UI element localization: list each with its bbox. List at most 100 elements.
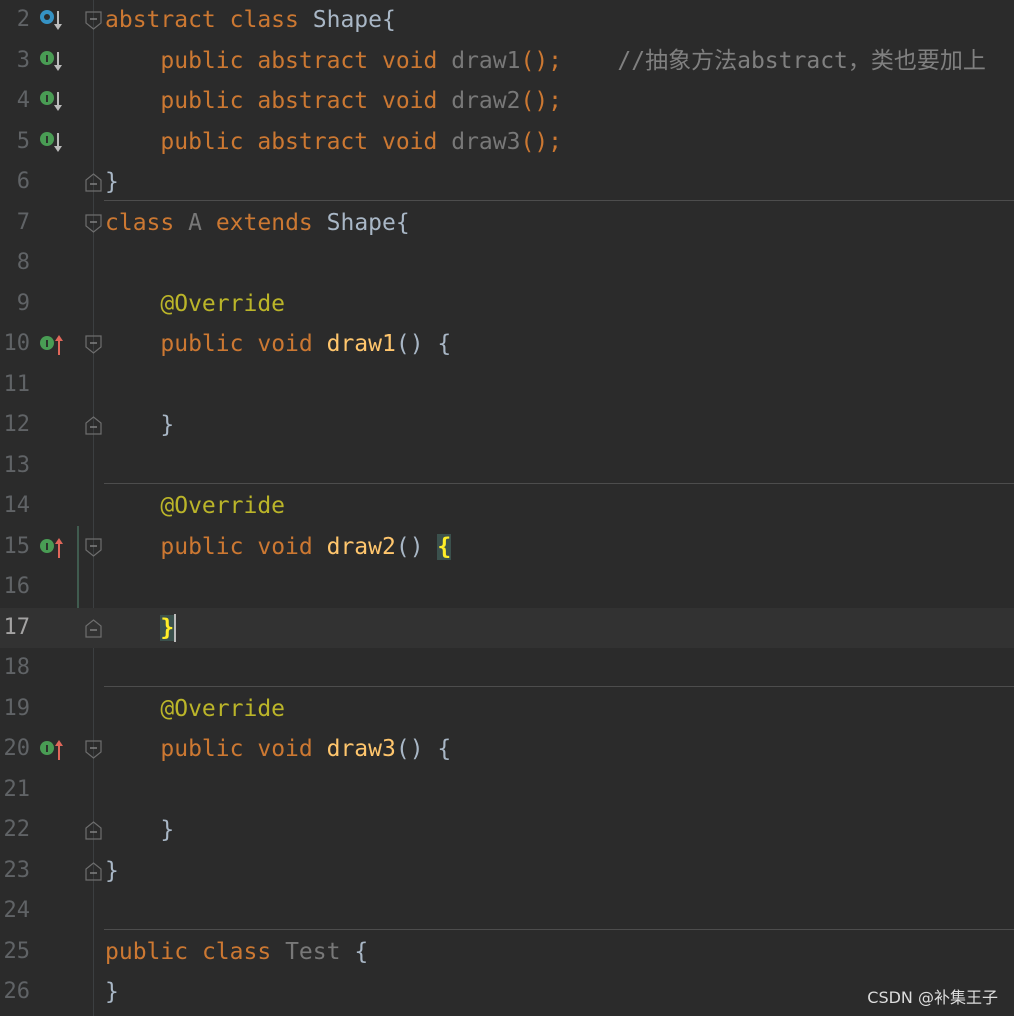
comment: //抽象方法abstract，类也要加上	[617, 47, 986, 74]
keyword: class	[201, 938, 272, 965]
code-line[interactable]: 26 }	[0, 972, 1014, 1013]
code-text[interactable]: @Override	[105, 689, 285, 730]
fold-close-icon[interactable]	[85, 416, 102, 435]
code-text[interactable]: public class Test {	[105, 932, 368, 973]
line-number: 20	[3, 736, 31, 761]
code-line[interactable]: 6 }	[0, 162, 1014, 203]
code-line[interactable]: 5 I public abstract void draw3();	[0, 122, 1014, 163]
method-name: draw3	[451, 128, 521, 155]
code-text[interactable]: public abstract void draw2();	[105, 81, 562, 122]
code-text[interactable]: }	[105, 972, 119, 1013]
method-name: draw3	[326, 736, 396, 762]
fold-open-icon[interactable]	[85, 537, 102, 557]
keyword: void	[257, 331, 313, 357]
code-line[interactable]: 7 class A extends Shape{	[0, 203, 1014, 244]
code-text[interactable]: }	[105, 810, 174, 851]
keyword: void	[257, 533, 313, 560]
code-line[interactable]: 19 @Override	[0, 689, 1014, 730]
annotation: @Override	[160, 493, 286, 519]
code-text[interactable]: public void draw3() {	[105, 729, 451, 770]
code-line[interactable]: 2 abstract class Shape{	[0, 0, 1014, 41]
code-editor[interactable]: 2 abstract class Shape{ 3 I public abstr…	[0, 0, 1014, 1016]
code-line[interactable]: 16	[0, 567, 1014, 608]
code-line[interactable]: 15 I public void draw2() {	[0, 527, 1014, 568]
abstract-method-implemented-icon[interactable]: I	[38, 50, 64, 74]
code-line[interactable]: 10 I public void draw1() {	[0, 324, 1014, 365]
brace: {	[437, 331, 452, 357]
brace: }	[105, 979, 119, 1005]
class-name: Shape	[326, 209, 396, 236]
brace: }	[105, 857, 119, 884]
svg-text:I: I	[45, 94, 49, 105]
fold-close-icon[interactable]	[85, 173, 102, 192]
line-number: 17	[3, 614, 31, 640]
abstract-method-implemented-icon[interactable]: I	[38, 90, 64, 114]
keyword: abstract	[257, 47, 369, 74]
fold-close-icon[interactable]	[85, 821, 102, 840]
code-line[interactable]: 20 I public void draw3() {	[0, 729, 1014, 770]
class-implemented-icon[interactable]	[38, 9, 64, 33]
code-text[interactable]: @Override	[105, 486, 285, 527]
code-line[interactable]: 18	[0, 648, 1014, 689]
brace: }	[105, 169, 119, 195]
method-separator	[104, 929, 1014, 930]
parens: ()	[395, 331, 424, 357]
fold-open-icon[interactable]	[85, 11, 102, 30]
code-text[interactable]: }	[105, 851, 119, 892]
svg-text:I: I	[45, 744, 49, 755]
fold-close-icon[interactable]	[85, 861, 102, 881]
keyword: abstract	[257, 88, 369, 114]
code-line[interactable]: 8	[0, 243, 1014, 284]
code-text[interactable]: }	[105, 162, 119, 203]
code-text[interactable]: abstract class Shape{	[105, 0, 396, 41]
code-text[interactable]: public void draw1() {	[105, 324, 451, 365]
code-text[interactable]: class A extends Shape{	[105, 203, 410, 244]
code-text[interactable]: @Override	[105, 284, 285, 325]
fold-open-icon[interactable]	[85, 335, 102, 354]
implements-method-icon[interactable]: I	[38, 333, 64, 357]
keyword: public	[160, 533, 244, 560]
line-number: 9	[16, 290, 30, 316]
implements-method-icon[interactable]: I	[38, 536, 64, 560]
code-text[interactable]: }	[105, 608, 177, 649]
fold-close-icon[interactable]	[85, 618, 102, 638]
line-number: 22	[3, 817, 31, 842]
line-number: 4	[16, 88, 30, 113]
line-number: 12	[3, 412, 31, 437]
code-line[interactable]: 3 I public abstract void draw1(); //抽象方法…	[0, 41, 1014, 82]
line-number: 24	[3, 898, 31, 923]
code-line[interactable]: 23 }	[0, 851, 1014, 892]
method-name: draw2	[451, 88, 521, 114]
code-text[interactable]: public void draw2() {	[105, 527, 452, 568]
code-line[interactable]: 24	[0, 891, 1014, 932]
line-number: 15	[3, 533, 31, 559]
code-text[interactable]: }	[105, 405, 174, 446]
svg-text:I: I	[45, 542, 49, 553]
code-text[interactable]: public abstract void draw3();	[105, 122, 562, 163]
fold-open-icon[interactable]	[85, 740, 102, 759]
fold-open-icon[interactable]	[85, 213, 102, 233]
keyword: class	[229, 7, 299, 33]
svg-text:I: I	[45, 54, 49, 65]
code-text[interactable]: public abstract void draw1(); //抽象方法abst…	[105, 41, 986, 82]
code-line[interactable]: 4 I public abstract void draw2();	[0, 81, 1014, 122]
code-line[interactable]: 11	[0, 365, 1014, 406]
code-line[interactable]: 21	[0, 770, 1014, 811]
current-code-line[interactable]: 17 }	[0, 607, 1014, 649]
brace: }	[160, 412, 175, 438]
code-line[interactable]: 25 public class Test {	[0, 932, 1014, 973]
method-separator	[104, 483, 1014, 484]
code-line[interactable]: 9 @Override	[0, 284, 1014, 325]
line-number: 8	[16, 250, 30, 275]
code-line[interactable]: 12 }	[0, 405, 1014, 446]
implements-method-icon[interactable]: I	[38, 738, 64, 762]
line-number: 25	[3, 938, 31, 964]
keyword: public	[160, 331, 244, 357]
code-line[interactable]: 22 }	[0, 810, 1014, 851]
svg-text:I: I	[45, 135, 49, 146]
keyword: abstract	[257, 128, 369, 155]
abstract-method-implemented-icon[interactable]: I	[38, 131, 64, 155]
class-name: Shape	[312, 7, 382, 33]
code-line[interactable]: 13	[0, 446, 1014, 487]
code-line[interactable]: 14 @Override	[0, 486, 1014, 527]
